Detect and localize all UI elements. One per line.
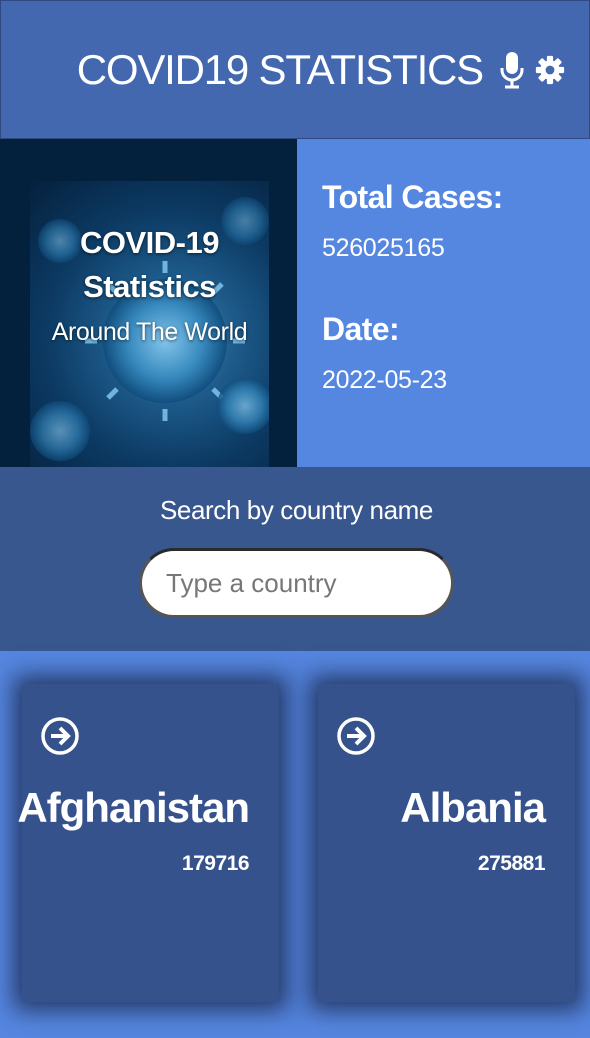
arrow-circle-right-icon[interactable] xyxy=(336,716,376,756)
app-title: COVID19 STATISTICS xyxy=(76,45,484,93)
arrow-circle-right-icon[interactable] xyxy=(40,716,80,756)
search-section: Search by country name xyxy=(0,467,590,651)
country-cards: Afghanistan 179716 Albania 275881 xyxy=(0,651,590,1038)
hero-title-line1: COVID-19 xyxy=(80,225,219,260)
country-cases: 179716 xyxy=(181,852,250,875)
hero-image-panel: COVID-19 Statistics Around The World xyxy=(0,139,297,467)
country-card-afghanistan[interactable]: Afghanistan 179716 xyxy=(17,684,279,1002)
hero-section: COVID-19 Statistics Around The World Tot… xyxy=(0,139,590,467)
gear-icon[interactable] xyxy=(535,50,565,90)
hero-subtitle: Around The World xyxy=(51,318,248,346)
search-label: Search by country name xyxy=(159,495,433,525)
country-card-albania[interactable]: Albania 275881 xyxy=(318,684,575,1002)
covid-virus-image: COVID-19 Statistics Around The World xyxy=(30,181,269,467)
country-name: Albania xyxy=(400,784,546,831)
country-name: Afghanistan xyxy=(17,784,250,831)
app-header: COVID19 STATISTICS xyxy=(0,0,590,139)
hero-image-caption: COVID-19 Statistics Around The World xyxy=(30,219,269,357)
country-search-input[interactable] xyxy=(139,548,454,618)
hero-title-line2: Statistics xyxy=(83,269,216,304)
total-cases-value: 526025165 xyxy=(322,234,445,262)
microphone-icon[interactable] xyxy=(497,50,527,90)
date-label: Date: xyxy=(322,311,400,347)
country-cases: 275881 xyxy=(477,852,546,875)
total-cases-label: Total Cases: xyxy=(322,179,503,215)
date-value: 2022-05-23 xyxy=(322,366,447,394)
